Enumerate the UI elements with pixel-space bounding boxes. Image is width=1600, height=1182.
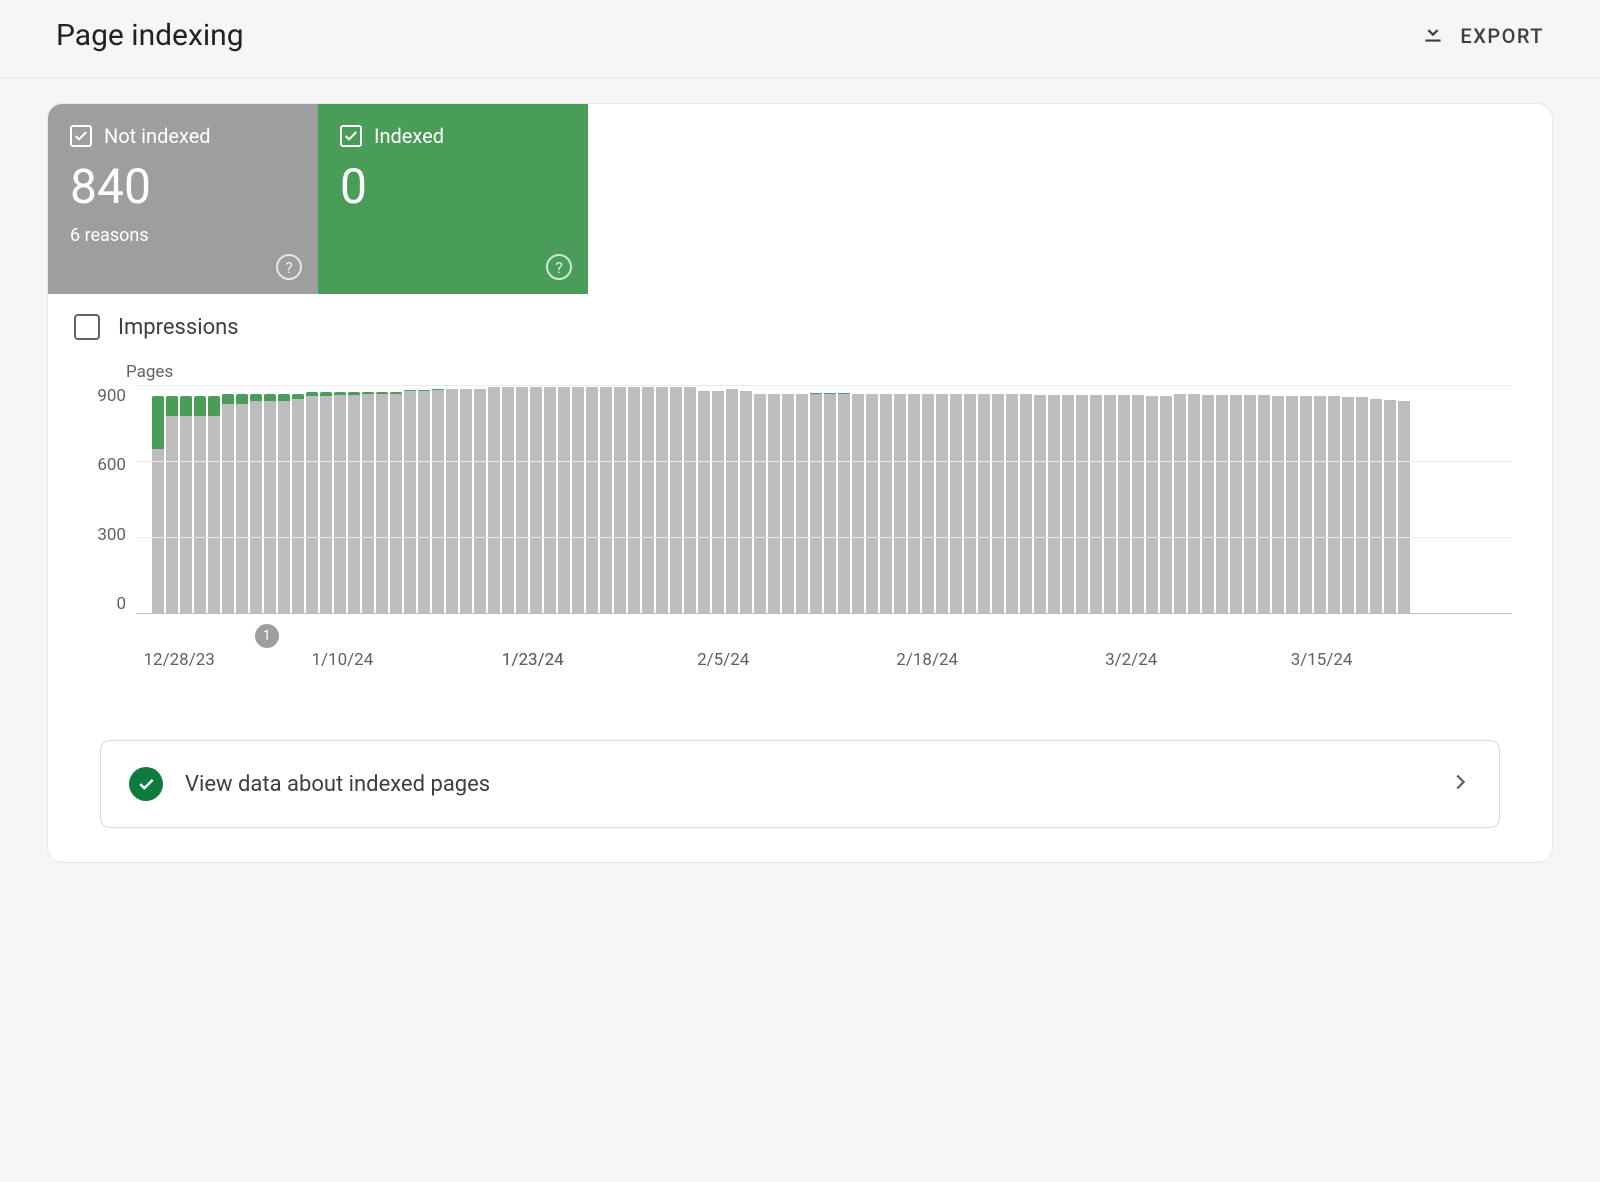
checkbox-unchecked-icon xyxy=(74,314,100,340)
chart-xtick: 3/2/24 xyxy=(1105,650,1157,670)
checkbox-checked-icon xyxy=(340,125,362,147)
chart-ytick: 600 xyxy=(97,455,126,475)
chart-plot: 1 xyxy=(136,386,1512,614)
chart-xtick: 12/28/23 xyxy=(144,650,215,670)
help-icon[interactable]: ? xyxy=(276,254,302,280)
tile-indexed-label: Indexed xyxy=(374,124,444,148)
cta-text: View data about indexed pages xyxy=(185,772,1427,797)
chart-annotation-badge: 1 xyxy=(255,624,279,648)
chart-yaxis: 900 600 300 0 xyxy=(76,386,136,614)
tile-not-indexed-label: Not indexed xyxy=(104,124,211,148)
indexing-card: Not indexed 840 6 reasons ? Indexed 0 ? … xyxy=(48,104,1552,862)
export-label: EXPORT xyxy=(1460,24,1544,48)
chart-xtick: 2/18/24 xyxy=(896,650,958,670)
download-icon xyxy=(1420,20,1446,51)
tile-not-indexed-sub: 6 reasons xyxy=(70,225,296,246)
impressions-label: Impressions xyxy=(118,315,239,340)
chart-ylabel: Pages xyxy=(126,362,1512,382)
view-indexed-pages-button[interactable]: View data about indexed pages xyxy=(100,740,1500,828)
chart-xtick: 1/10/24 xyxy=(311,650,373,670)
tile-indexed-value: 0 xyxy=(340,158,566,215)
impressions-toggle[interactable]: Impressions xyxy=(48,294,1552,340)
help-icon[interactable]: ? xyxy=(546,254,572,280)
chart-ytick: 0 xyxy=(116,594,126,614)
chart-xtick: 3/15/24 xyxy=(1291,650,1353,670)
chevron-right-icon xyxy=(1449,771,1471,797)
chart: Pages 900 600 300 0 1 12/28/23 1/10/24 1/23/2… xyxy=(48,340,1552,690)
page-title: Page indexing xyxy=(56,18,244,53)
export-button[interactable]: EXPORT xyxy=(1420,20,1544,51)
check-circle-icon xyxy=(129,767,163,801)
chart-ytick: 300 xyxy=(97,525,126,545)
chart-xaxis: 12/28/231/10/241/23/241/23/242/5/242/18/… xyxy=(152,650,1512,690)
tile-indexed[interactable]: Indexed 0 ? xyxy=(318,104,588,294)
chart-xtick: 1/23/24 xyxy=(502,650,564,670)
chart-ytick: 900 xyxy=(97,386,126,406)
checkbox-checked-icon xyxy=(70,125,92,147)
chart-xtick: 2/5/24 xyxy=(697,650,749,670)
tile-not-indexed[interactable]: Not indexed 840 6 reasons ? xyxy=(48,104,318,294)
tile-not-indexed-value: 840 xyxy=(70,158,296,215)
